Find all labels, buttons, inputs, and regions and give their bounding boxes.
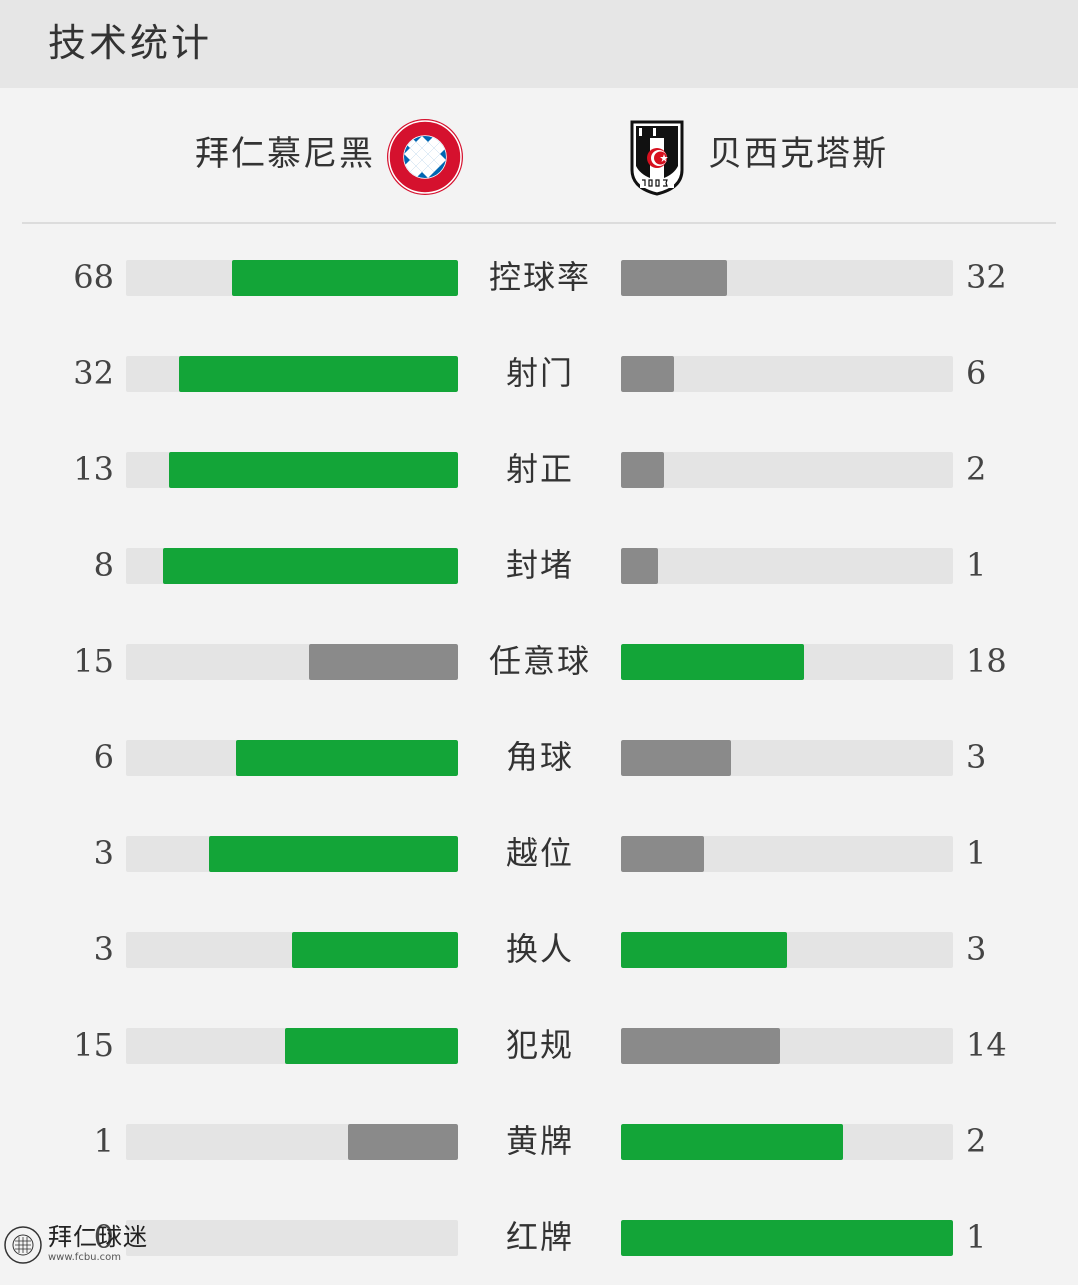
stat-label: 红牌 <box>505 1218 574 1256</box>
home-stat-bar-fill <box>162 548 458 584</box>
stat-label: 控球率 <box>488 258 591 296</box>
home-stat-bar-track <box>126 356 458 392</box>
stat-label: 换人 <box>505 930 574 968</box>
stat-row: 13 射正 2 <box>0 421 1078 517</box>
away-stat-bar-track <box>621 260 953 296</box>
home-stat-bar-fill <box>209 836 458 872</box>
away-stat-value: 1 <box>966 834 987 872</box>
away-stat-bar-track <box>621 1220 953 1256</box>
stat-row: 6 角球 3 <box>0 709 1078 805</box>
stat-row: 68 控球率 32 <box>0 229 1078 325</box>
stat-label: 黄牌 <box>505 1122 574 1160</box>
stat-label: 角球 <box>505 738 574 776</box>
home-stat-value: 1 <box>93 1122 114 1160</box>
away-stat-bar-fill <box>621 932 787 968</box>
home-stat-value: 3 <box>93 930 114 968</box>
home-stat-value: 8 <box>93 546 114 584</box>
home-stat-bar-track <box>126 740 458 776</box>
home-stat-bar-track <box>126 644 458 680</box>
page-title: 技术统计 <box>48 21 213 65</box>
home-stat-value: 6 <box>93 738 114 776</box>
away-stat-value: 32 <box>966 258 1007 296</box>
away-stat-bar-fill <box>621 836 704 872</box>
home-stat-bar-fill <box>348 1124 458 1160</box>
home-stat-value: 13 <box>73 450 114 488</box>
away-stat-bar-fill <box>621 740 731 776</box>
away-stat-bar-fill <box>621 356 675 392</box>
home-stat-bar-fill <box>232 260 458 296</box>
watermark-url: www.fcbu.com <box>48 1252 122 1263</box>
stat-row: 3 换人 3 <box>0 901 1078 997</box>
away-stat-bar-fill <box>621 644 804 680</box>
away-stat-value: 1 <box>966 1218 987 1256</box>
away-stat-bar-track <box>621 1124 953 1160</box>
home-stat-bar-track <box>126 260 458 296</box>
away-team-name: 贝西克塔斯 <box>708 134 888 174</box>
home-stat-value: 15 <box>73 1026 114 1064</box>
home-stat-bar-fill <box>285 1028 458 1064</box>
besiktas-logo-icon <box>630 120 684 196</box>
home-stat-bar-fill <box>308 644 458 680</box>
stat-label: 射正 <box>505 450 574 488</box>
away-stat-bar-fill <box>621 1124 844 1160</box>
away-stat-bar-track <box>621 452 953 488</box>
away-stat-value: 3 <box>966 930 987 968</box>
away-stat-bar-track <box>621 1028 953 1064</box>
home-stat-bar-track <box>126 548 458 584</box>
away-stat-bar-fill <box>621 548 658 584</box>
stat-row: 8 封堵 1 <box>0 517 1078 613</box>
home-stat-bar-track <box>126 1124 458 1160</box>
away-stat-bar-track <box>621 740 953 776</box>
away-stat-value: 1 <box>966 546 987 584</box>
stat-row: 15 犯规 14 <box>0 997 1078 1093</box>
home-stat-bar-fill <box>235 740 458 776</box>
home-stat-value: 32 <box>73 354 114 392</box>
page-header: 技术统计 <box>0 0 1078 88</box>
stat-label: 犯规 <box>505 1026 574 1064</box>
away-stat-bar-fill <box>621 1220 953 1256</box>
watermark: 拜仁球迷 www.fcbu.com <box>4 1222 164 1268</box>
away-stat-bar-track <box>621 644 953 680</box>
away-stat-bar-track <box>621 356 953 392</box>
away-stat-bar-fill <box>621 452 665 488</box>
away-stat-value: 6 <box>966 354 987 392</box>
home-stat-bar-track <box>126 932 458 968</box>
watermark-text: 拜仁球迷 <box>48 1223 148 1251</box>
away-stat-bar-fill <box>621 1028 781 1064</box>
home-stat-value: 68 <box>73 258 114 296</box>
away-stat-bar-track <box>621 548 953 584</box>
stat-row: 1 黄牌 2 <box>0 1093 1078 1189</box>
home-stat-bar-fill <box>292 932 458 968</box>
away-stat-value: 14 <box>966 1026 1007 1064</box>
home-stat-value: 3 <box>93 834 114 872</box>
away-stat-bar-track <box>621 836 953 872</box>
away-stat-value: 2 <box>966 450 987 488</box>
away-stat-value: 18 <box>966 642 1007 680</box>
home-stat-bar-track <box>126 1028 458 1064</box>
home-stat-bar-fill <box>179 356 458 392</box>
fc-bayern-watermark-icon <box>4 1226 42 1264</box>
home-stat-bar-track <box>126 836 458 872</box>
away-stat-bar-track <box>621 932 953 968</box>
divider <box>22 222 1056 224</box>
home-stat-bar-fill <box>169 452 458 488</box>
stat-row: 3 越位 1 <box>0 805 1078 901</box>
fc-bayern-logo-icon <box>387 119 463 195</box>
stat-row: 32 射门 6 <box>0 325 1078 421</box>
away-stat-value: 3 <box>966 738 987 776</box>
away-stat-value: 2 <box>966 1122 987 1160</box>
home-stat-value: 15 <box>73 642 114 680</box>
home-stat-bar-track <box>126 1220 458 1256</box>
stat-row: 15 任意球 18 <box>0 613 1078 709</box>
stat-label: 越位 <box>505 834 574 872</box>
stat-label: 射门 <box>505 354 574 392</box>
home-team-name: 拜仁慕尼黑 <box>195 134 375 174</box>
home-stat-bar-track <box>126 452 458 488</box>
stat-label: 任意球 <box>488 642 591 680</box>
away-stat-bar-fill <box>621 260 728 296</box>
teams-header: 拜仁慕尼黑 贝西克塔斯 <box>0 88 1078 224</box>
stat-label: 封堵 <box>505 546 574 584</box>
